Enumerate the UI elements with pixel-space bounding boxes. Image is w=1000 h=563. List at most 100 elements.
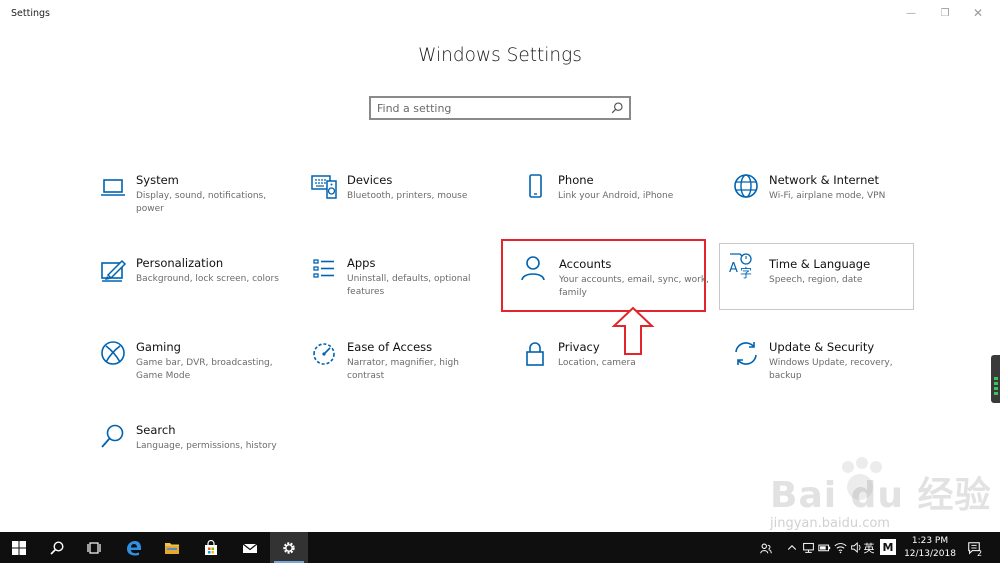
tile-name: Devices xyxy=(347,173,393,187)
store-button[interactable] xyxy=(192,532,230,563)
tile-desc: Background, lock screen, colors xyxy=(136,274,279,284)
tile-accounts[interactable]: Accounts Your accounts, email, sync, wor… xyxy=(501,239,709,312)
battery-button[interactable] xyxy=(816,532,832,563)
globe-icon xyxy=(734,174,758,198)
tile-name: Network & Internet xyxy=(769,173,879,187)
tile-name: Personalization xyxy=(136,256,224,270)
laptop-icon xyxy=(101,179,125,196)
tile-network-internet[interactable]: Network & Internet Wi-Fi, airplane mode,… xyxy=(725,169,925,237)
annotation-arrow-icon xyxy=(611,306,655,355)
close-button[interactable]: ✕ xyxy=(963,4,993,22)
watermark-text: Bai du 经验 xyxy=(770,475,992,516)
start-button[interactable] xyxy=(0,532,38,563)
title-bar: Settings — ❐ ✕ xyxy=(0,0,1000,28)
edge-browser-button[interactable] xyxy=(115,532,153,563)
store-bag-icon xyxy=(205,539,217,555)
windows-logo-icon xyxy=(12,540,26,555)
people-icon xyxy=(760,543,772,553)
battery-icon xyxy=(817,544,830,552)
search-box[interactable] xyxy=(369,96,631,120)
tile-desc: Language, permissions, history xyxy=(136,441,277,451)
action-center-button[interactable] xyxy=(964,532,984,563)
tile-update-security[interactable]: Update & Security Windows Update, recove… xyxy=(725,336,925,404)
edge-browser-icon xyxy=(127,540,141,556)
tile-name: System xyxy=(136,173,179,187)
tile-time-language[interactable]: A 字 Time & Language Speech, region, date xyxy=(719,243,914,310)
tile-name: Phone xyxy=(558,173,594,187)
paint-icon xyxy=(101,259,127,282)
tile-gaming[interactable]: Gaming Game bar, DVR, broadcasting, Game… xyxy=(92,336,292,404)
tile-desc: Display, sound, notifications, power xyxy=(136,191,267,214)
svg-text:A: A xyxy=(729,261,738,276)
svg-text:字: 字 xyxy=(740,265,752,280)
taskbar: 英 M 1:23 PM 12/13/2018 2 xyxy=(0,532,1000,563)
tile-search[interactable]: Search Language, permissions, history xyxy=(92,419,292,487)
tile-name: Update & Security xyxy=(769,340,875,354)
task-view-icon xyxy=(87,541,101,554)
sync-icon xyxy=(735,342,757,365)
tile-desc: Uninstall, defaults, optional features xyxy=(347,274,471,297)
apps-list-icon xyxy=(313,259,334,278)
time-language-icon: A 字 xyxy=(729,253,752,280)
tile-desc: Narrator, magnifier, high contrast xyxy=(347,358,459,381)
minimize-button[interactable]: — xyxy=(896,4,926,22)
tile-name: Search xyxy=(136,423,176,437)
ease-of-access-icon xyxy=(313,343,335,365)
people-button[interactable] xyxy=(756,532,776,563)
tile-desc: Wi-Fi, airplane mode, VPN xyxy=(769,191,886,201)
task-view-button[interactable] xyxy=(75,532,113,563)
watermark-url: jingyan.baidu.com xyxy=(770,516,890,531)
search-input[interactable] xyxy=(377,100,605,116)
taskbar-search-button[interactable] xyxy=(38,532,76,563)
tile-apps[interactable]: Apps Uninstall, defaults, optional featu… xyxy=(303,252,503,320)
tile-desc: Windows Update, recovery, backup xyxy=(769,358,893,381)
notification-count: 2 xyxy=(977,549,983,558)
tile-name: Accounts xyxy=(559,257,612,271)
maximize-button[interactable]: ❐ xyxy=(930,4,960,22)
magnifier-icon xyxy=(101,424,124,448)
tray-app-m[interactable]: M xyxy=(880,539,896,555)
search-icon[interactable] xyxy=(610,101,624,115)
tile-name: Apps xyxy=(347,256,376,270)
mail-icon xyxy=(242,543,258,553)
clock-time: 1:23 PM xyxy=(911,536,949,546)
person-icon xyxy=(521,256,545,281)
clock-date: 12/13/2018 xyxy=(904,549,956,559)
tile-desc: Speech, region, date xyxy=(769,275,863,285)
settings-button[interactable] xyxy=(270,532,308,563)
wifi-icon xyxy=(833,543,847,554)
gear-icon xyxy=(283,541,295,554)
tile-desc: Link your Android, iPhone xyxy=(558,191,674,201)
tile-name: Gaming xyxy=(136,340,181,354)
tile-name: Privacy xyxy=(558,340,600,354)
mail-button[interactable] xyxy=(231,532,269,563)
phone-icon xyxy=(529,174,542,198)
wifi-button[interactable] xyxy=(832,532,848,563)
page-title: Windows Settings xyxy=(418,45,582,66)
network-icon xyxy=(802,542,814,553)
file-explorer-button[interactable] xyxy=(153,532,191,563)
xbox-icon xyxy=(101,341,125,365)
speaker-icon xyxy=(850,542,860,553)
show-hidden-icons-button[interactable] xyxy=(784,532,800,563)
search-icon xyxy=(50,540,64,555)
keyboard-speaker-icon xyxy=(311,175,337,199)
folder-icon xyxy=(165,542,179,554)
window-title: Settings xyxy=(11,8,50,19)
tile-desc: Your accounts, email, sync, work, family xyxy=(559,275,709,298)
tile-ease-of-access[interactable]: Ease of Access Narrator, magnifier, high… xyxy=(303,336,503,404)
tile-desc: Bluetooth, printers, mouse xyxy=(347,191,468,201)
tile-desc: Location, camera xyxy=(558,358,636,368)
tile-name: Ease of Access xyxy=(347,340,433,354)
tile-system[interactable]: System Display, sound, notifications, po… xyxy=(92,169,292,237)
tile-personalization[interactable]: Personalization Background, lock screen,… xyxy=(92,252,292,320)
tile-desc: Game bar, DVR, broadcasting, Game Mode xyxy=(136,358,273,381)
tile-name: Time & Language xyxy=(769,257,871,271)
input-indicator[interactable]: 英 xyxy=(862,532,876,563)
clock[interactable]: 1:23 PM 12/13/2018 xyxy=(900,535,960,561)
tile-devices[interactable]: Devices Bluetooth, printers, mouse xyxy=(303,169,503,237)
lock-icon xyxy=(526,342,544,366)
edge-widget[interactable] xyxy=(991,355,1000,403)
network-button[interactable] xyxy=(800,532,816,563)
tile-phone[interactable]: Phone Link your Android, iPhone xyxy=(514,169,714,237)
